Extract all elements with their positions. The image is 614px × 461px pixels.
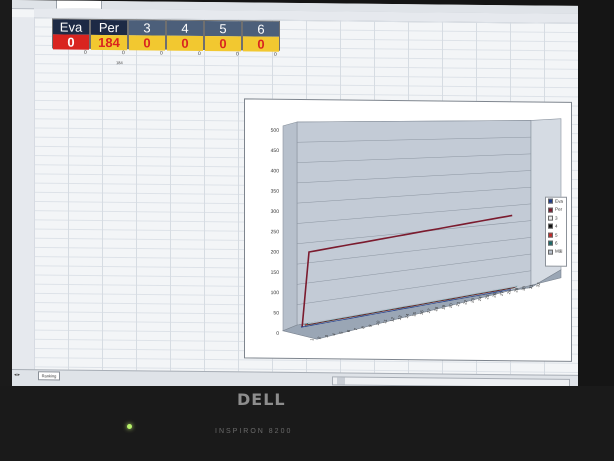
player-name: 4 — [167, 20, 203, 37]
y-tick-label: 200 — [271, 250, 280, 256]
player-score: 184 — [91, 34, 127, 51]
legend-item: 3 — [546, 214, 566, 223]
legend-swatch — [548, 249, 553, 255]
legend-item: Mål — [546, 248, 566, 257]
legend-swatch — [548, 224, 553, 230]
y-tick-label: 500 — [271, 128, 280, 134]
row-value: 0 — [160, 50, 163, 57]
legend-item: 5 — [546, 231, 566, 240]
legend-label: 6 — [555, 240, 558, 246]
legend-swatch — [548, 207, 553, 213]
legend-swatch — [548, 215, 553, 221]
player-score: 0 — [205, 36, 241, 52]
score-cell-eva[interactable]: Eva 0 — [52, 18, 90, 50]
y-tick-label: 350 — [271, 189, 280, 195]
row-value: 0 — [122, 50, 125, 57]
brand-logo: DELL — [237, 390, 286, 409]
player-score: 0 — [167, 35, 203, 52]
y-tick-label: 250 — [271, 229, 280, 235]
legend-swatch — [548, 198, 553, 204]
player-name: 6 — [243, 21, 279, 37]
chart-legend[interactable]: Eva Per 3 4 5 6 Mål — [545, 196, 567, 267]
score-cell-per[interactable]: Per 184 — [90, 18, 128, 51]
legend-label: 3 — [555, 215, 558, 221]
row-headers[interactable] — [12, 17, 35, 370]
legend-item: 6 — [546, 240, 566, 249]
row-value-under: 184 — [116, 60, 123, 66]
model-label: INSPIRON 8200 — [215, 428, 293, 435]
row-value: 0 — [84, 49, 87, 56]
player-score: 0 — [53, 34, 89, 50]
sheet-tab-ranking[interactable]: Ranking — [38, 371, 60, 381]
monitor-bezel-bottom — [0, 386, 614, 461]
line-chart-3d: 0501001502002503003504004505001 2 3 4 5 6 7 8 9 1… — [271, 118, 562, 341]
score-cell-5[interactable]: 5 0 — [204, 20, 242, 52]
player-name: 3 — [129, 20, 165, 36]
y-tick-label: 50 — [273, 310, 279, 316]
player-name: Per — [91, 19, 127, 36]
score-cell-3[interactable]: 3 0 — [128, 19, 166, 51]
legend-swatch — [548, 240, 553, 246]
legend-label: Eva — [555, 198, 563, 204]
chart-area[interactable]: 0 50 100 150 200 250 300 350 400 450 500 1 2 3 4 5 6 7 8 9 1… — [244, 98, 572, 362]
player-name: Eva — [53, 19, 89, 35]
player-score: 0 — [243, 36, 279, 52]
row-value: 0 — [198, 50, 201, 57]
legend-label: Mål — [555, 249, 563, 255]
legend-label: 5 — [555, 232, 558, 238]
power-led-icon — [127, 424, 132, 429]
y-tick-label: 400 — [271, 168, 280, 174]
legend-item: Eva — [546, 198, 566, 207]
legend-swatch — [548, 232, 553, 238]
player-name: 5 — [205, 21, 241, 37]
legend-item: 4 — [546, 223, 566, 232]
excel-window: Eva 0 Per 184 3 0 4 0 5 0 6 0 0 0 0 0 0 … — [12, 0, 578, 392]
player-score: 0 — [129, 35, 165, 51]
score-cell-4[interactable]: 4 0 — [166, 19, 204, 52]
legend-item: Per — [546, 206, 566, 215]
y-tick-label: 150 — [271, 270, 280, 276]
monitor-bezel-right — [578, 0, 614, 386]
tab-scroll-arrows-icon[interactable]: ◂▸ — [14, 372, 21, 378]
row-value: 0 — [274, 51, 277, 58]
legend-label: Per — [555, 207, 563, 213]
y-tick-label: 100 — [271, 290, 280, 296]
score-cell-6[interactable]: 6 0 — [242, 20, 280, 52]
row-value: 0 — [236, 51, 239, 58]
y-tick-label: 0 — [276, 331, 279, 337]
scrollbar-thumb[interactable] — [337, 377, 345, 385]
y-tick-label: 300 — [271, 209, 280, 215]
y-tick-label: 450 — [271, 148, 280, 154]
chart-left-wall — [282, 121, 298, 332]
legend-label: 4 — [555, 223, 558, 229]
